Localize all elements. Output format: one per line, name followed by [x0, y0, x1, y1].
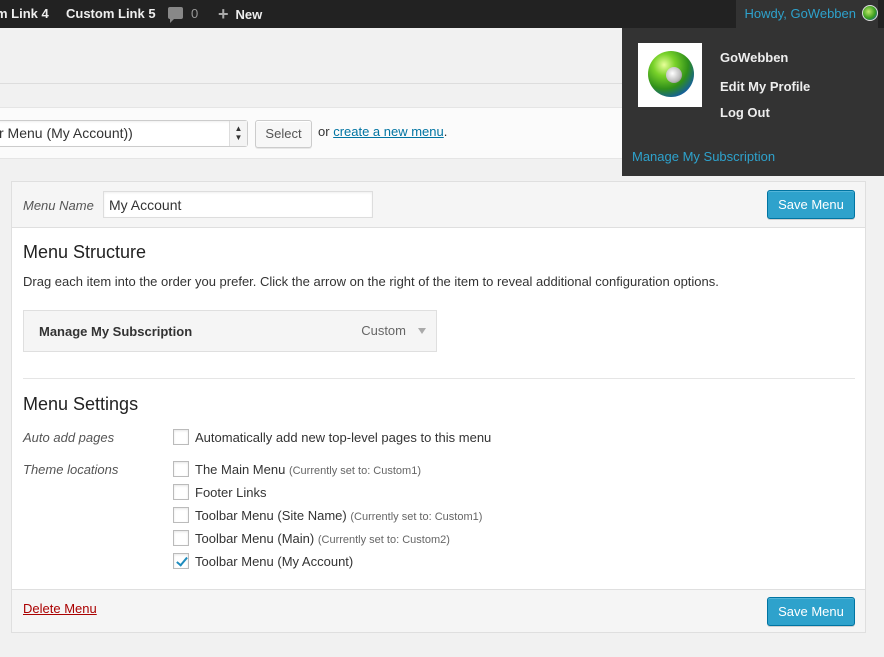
- theme-locations-label: Theme locations: [23, 462, 119, 477]
- new-content-menu[interactable]: + New: [218, 0, 262, 28]
- auto-add-label: Auto add pages: [23, 430, 115, 445]
- menu-settings-title: Menu Settings: [23, 394, 139, 414]
- menu-footer: [12, 589, 865, 632]
- comment-bubble-icon: [168, 7, 183, 23]
- auto-add-option[interactable]: Automatically add new top-level pages to…: [173, 429, 491, 447]
- save-menu-button-bottom[interactable]: Save Menu: [767, 597, 855, 626]
- location-checkbox[interactable]: [173, 507, 189, 523]
- account-dropdown: GoWebben Edit My Profile Log Out Manage …: [622, 28, 884, 176]
- location-note: (Currently set to: Custom1): [288, 465, 421, 477]
- save-menu-button-top[interactable]: Save Menu: [767, 190, 855, 219]
- select-button[interactable]: Select: [255, 120, 312, 148]
- menu-select-dropdown[interactable]: r Menu (My Account)) ▲ ▼: [0, 120, 248, 147]
- expand-arrow-icon[interactable]: [418, 328, 426, 334]
- location-label: Toolbar Menu (Main): [195, 531, 315, 546]
- section-divider: [23, 378, 855, 379]
- location-label: Toolbar Menu (Site Name): [195, 508, 347, 523]
- avatar[interactable]: [638, 43, 702, 107]
- manage-subscription-link[interactable]: Manage My Subscription: [632, 149, 775, 164]
- menu-name-input[interactable]: [103, 191, 373, 218]
- comments-count: 0: [191, 6, 199, 21]
- plus-icon: +: [218, 4, 229, 24]
- location-checkbox[interactable]: [173, 530, 189, 546]
- menu-header: Menu Name Save Menu: [12, 182, 865, 228]
- custom-link-4[interactable]: m Link 4: [0, 0, 49, 28]
- menu-structure-description: Drag each item into the order you prefer…: [23, 274, 719, 289]
- location-checkbox[interactable]: [173, 461, 189, 477]
- menu-item-type: Custom: [361, 323, 406, 338]
- display-name[interactable]: GoWebben: [720, 50, 788, 65]
- location-checkbox-checked[interactable]: [173, 553, 189, 569]
- my-account-menu[interactable]: Howdy, GoWebben: [736, 0, 878, 28]
- location-note: (Currently set to: Custom2): [317, 534, 450, 546]
- menu-editor-panel: Menu Name Save Menu Menu Structure Drag …: [11, 181, 866, 633]
- log-out-link[interactable]: Log Out: [720, 105, 770, 120]
- new-label: New: [235, 7, 263, 22]
- auto-add-text: Automatically add new top-level pages to…: [195, 430, 492, 445]
- location-checkbox[interactable]: [173, 484, 189, 500]
- select-arrows-icon: ▲ ▼: [229, 121, 247, 146]
- edit-profile-link[interactable]: Edit My Profile: [720, 79, 810, 94]
- user-avatar-icon: [862, 5, 878, 21]
- auto-add-checkbox[interactable]: [173, 429, 189, 445]
- menu-item[interactable]: Manage My Subscription Custom: [23, 310, 437, 352]
- location-toolbar-main[interactable]: Toolbar Menu (Main) (Currently set to: C…: [173, 530, 450, 548]
- howdy-text: Howdy, GoWebben: [744, 6, 856, 21]
- create-menu-text: or create a new menu.: [318, 124, 448, 139]
- location-toolbar-my-account[interactable]: Toolbar Menu (My Account): [173, 553, 353, 571]
- comments-menu[interactable]: 0: [168, 0, 198, 28]
- menu-item-title: Manage My Subscription: [39, 324, 193, 339]
- menu-name-label: Menu Name: [23, 198, 94, 213]
- location-toolbar-site-name[interactable]: Toolbar Menu (Site Name) (Currently set …: [173, 507, 482, 525]
- admin-bar: m Link 4 Custom Link 5 0 + New Howdy, GoW…: [0, 0, 884, 28]
- location-label: Footer Links: [195, 485, 267, 500]
- location-footer-links[interactable]: Footer Links: [173, 484, 267, 502]
- location-main-menu[interactable]: The Main Menu (Currently set to: Custom1…: [173, 461, 421, 479]
- location-label: Toolbar Menu (My Account): [195, 554, 354, 569]
- custom-link-5[interactable]: Custom Link 5: [66, 0, 156, 28]
- delete-menu-link[interactable]: Delete Menu: [23, 601, 97, 616]
- globe-logo-icon: [648, 51, 694, 97]
- location-note: (Currently set to: Custom1): [350, 511, 483, 523]
- menu-structure-title: Menu Structure: [23, 242, 147, 262]
- location-label: The Main Menu: [195, 462, 286, 477]
- selected-menu-text: r Menu (My Account)): [0, 125, 133, 141]
- create-new-menu-link[interactable]: create a new menu: [333, 124, 444, 139]
